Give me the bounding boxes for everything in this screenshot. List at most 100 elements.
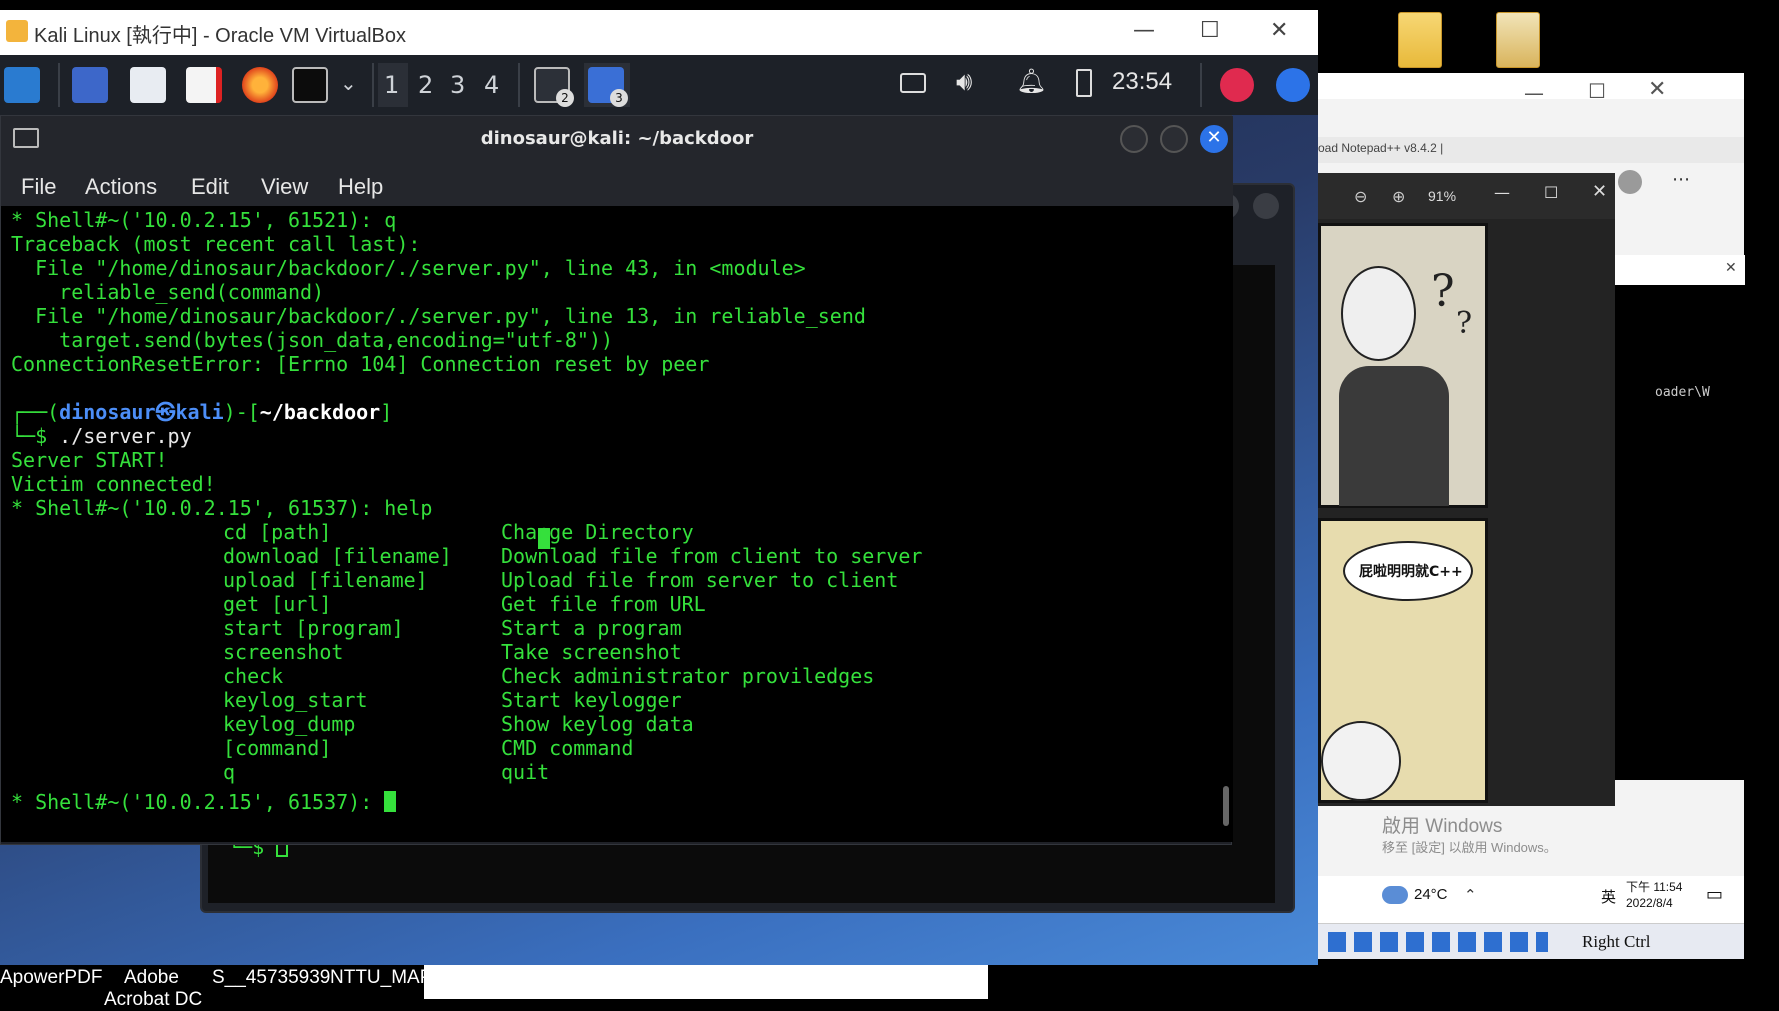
terminal-line: * Shell#~('10.0.2.15', 61521): q — [11, 208, 397, 232]
cmd-close-button[interactable]: ✕ — [1725, 260, 1737, 276]
workspace-1[interactable]: 1 — [384, 71, 399, 99]
battery-icon[interactable] — [1076, 69, 1092, 97]
host-close-button[interactable]: ✕ — [1648, 77, 1666, 102]
chevron-down-icon[interactable]: ⌄ — [340, 71, 357, 95]
desktop-label-image[interactable]: S__45735939 — [212, 967, 330, 989]
menu-actions[interactable]: Actions — [85, 174, 157, 200]
terminal-window[interactable]: dinosaur@kali: ~/backdoor ✕ File Actions… — [0, 115, 1233, 845]
workspace-3[interactable]: 3 — [450, 71, 465, 99]
ime-indicator[interactable]: 英 — [1601, 886, 1616, 907]
terminal-line: reliable_send(command) — [11, 280, 325, 304]
viewer-minimize-button[interactable]: — — [1494, 183, 1510, 202]
image-viewer-window: ⊖ ⊕ 91% — ☐ ✕ ? ? 屁啦明明就C++ — [1318, 173, 1615, 806]
desktop-label-apowerpdf[interactable]: ApowerPDF — [0, 967, 102, 989]
desktop-label-acrobat[interactable]: Acrobat DC — [104, 989, 202, 1011]
figure-body — [1339, 366, 1449, 506]
help-cmd: keylog_dump — [223, 712, 356, 736]
prompt-command: ./server.py — [59, 424, 192, 448]
close-button[interactable]: ✕ — [1270, 18, 1288, 43]
cmd-window: ✕ oader\W — [1615, 255, 1745, 780]
terminal-line: * Shell#~('10.0.2.15', 61537): help — [11, 496, 433, 520]
shell-prompt-line[interactable]: * Shell#~('10.0.2.15', 61537): — [11, 790, 397, 814]
menu-view[interactable]: View — [261, 174, 308, 200]
question-mark-small: ? — [1456, 306, 1473, 341]
lock-screen-icon[interactable] — [1220, 68, 1254, 102]
help-desc: Get file from URL — [501, 592, 706, 616]
terminal-output[interactable]: * Shell#~('10.0.2.15', 61521): q Traceba… — [1, 206, 1233, 842]
minimize-button[interactable]: — — [1133, 18, 1155, 43]
help-desc: CMD command — [501, 736, 634, 760]
terminal-maximize-button[interactable] — [1160, 125, 1188, 153]
document-folder-icon[interactable] — [1496, 12, 1540, 68]
terminal-scrollbar[interactable] — [1223, 786, 1229, 826]
workspace-4[interactable]: 4 — [484, 71, 499, 99]
kali-top-panel: ⌄ 1 2 3 4 2 3 🔊︎ 🔔︎ 23:54 — [0, 55, 1318, 115]
help-desc: Download file from client to server — [501, 544, 923, 568]
weather-temp: 24°C — [1414, 886, 1448, 903]
kali-menu-icon[interactable] — [4, 67, 40, 103]
notification-icon[interactable]: ▭ — [1706, 884, 1723, 905]
terminal-titlebar[interactable]: dinosaur@kali: ~/backdoor ✕ — [1, 116, 1233, 164]
zoom-out-icon[interactable]: ⊖ — [1354, 187, 1367, 206]
text-editor-icon[interactable] — [186, 67, 222, 103]
file-manager-icon[interactable] — [130, 67, 166, 103]
menu-help[interactable]: Help — [338, 174, 383, 200]
help-desc: quit — [501, 760, 550, 784]
show-desktop-icon[interactable] — [72, 67, 108, 103]
help-cmd: check — [223, 664, 284, 688]
help-desc: Upload file from server to client — [501, 568, 899, 592]
notification-bell-icon[interactable]: 🔔︎ — [1016, 67, 1046, 95]
more-icon[interactable]: ⋯ — [1672, 169, 1690, 190]
prompt-dollar: └─$ — [11, 424, 60, 448]
display-icon[interactable] — [900, 73, 926, 93]
menu-file[interactable]: File — [21, 174, 56, 200]
help-cmd: get [url] — [223, 592, 332, 616]
activate-windows-subtitle: 移至 [設定] 以啟用 Windows。 — [1382, 840, 1557, 855]
tray-time[interactable]: 下午 11:54 — [1626, 878, 1682, 895]
logout-icon[interactable] — [1276, 68, 1310, 102]
prompt-header: ┌──(dinosaur㉿kali)-[~/backdoor] — [11, 400, 392, 424]
viewer-maximize-button[interactable]: ☐ — [1544, 183, 1558, 202]
window-title: Kali Linux [執行中] - Oracle VM VirtualBox — [34, 25, 406, 47]
prompt-frame-close: ] — [380, 400, 393, 424]
desktop-label-adobe[interactable]: Adobe — [124, 967, 179, 989]
shell-prompt: * Shell#~('10.0.2.15', 61537): — [11, 790, 385, 814]
host-minimize-button[interactable]: — — [1524, 81, 1544, 105]
virtualbox-statusbar: Right Ctrl — [1318, 923, 1744, 959]
help-cmd: start [program] — [223, 616, 404, 640]
terminal-title: dinosaur@kali: ~/backdoor — [480, 128, 754, 149]
browser-tab[interactable]: oad Notepad++ v8.4.2 | — [1318, 141, 1443, 155]
help-cmd: upload [filename] — [223, 568, 428, 592]
host-maximize-button[interactable]: ☐ — [1588, 79, 1606, 103]
terminal-close-button[interactable]: ✕ — [1200, 125, 1228, 153]
volume-icon[interactable]: 🔊︎ — [956, 67, 972, 98]
help-desc: Show keylog data — [501, 712, 694, 736]
zoom-in-icon[interactable]: ⊕ — [1392, 187, 1405, 206]
tray-chevron-icon[interactable]: ⌃ — [1464, 886, 1477, 904]
tray-date[interactable]: 2022/8/4 — [1626, 896, 1673, 910]
profile-icon[interactable] — [1618, 170, 1642, 194]
help-desc: Check administrator proviledges — [501, 664, 875, 688]
background-terminal-close[interactable] — [1253, 193, 1279, 219]
terminal-menubar: File Actions Edit View Help — [1, 164, 1233, 206]
fallen-mask — [1321, 721, 1401, 801]
viewer-close-button[interactable]: ✕ — [1592, 181, 1607, 202]
panel-separator — [518, 63, 520, 107]
help-desc: Start keylogger — [501, 688, 682, 712]
question-marks: ? — [1431, 266, 1455, 317]
firefox-icon[interactable] — [242, 67, 278, 103]
desktop-label-map[interactable]: NTTU_MAP — [330, 967, 432, 989]
panel-clock[interactable]: 23:54 — [1112, 68, 1172, 96]
help-desc: Change Directory — [501, 520, 694, 544]
maximize-button[interactable]: ☐ — [1200, 18, 1220, 43]
device-icons[interactable] — [1328, 932, 1548, 952]
terminal-minimize-button[interactable] — [1120, 125, 1148, 153]
comic-panel-2: 屁啦明明就C++ — [1318, 518, 1488, 803]
prompt-frame-open: ┌──( — [11, 400, 60, 424]
terminal-icon[interactable] — [292, 67, 328, 103]
folder-icon[interactable] — [1398, 12, 1442, 68]
workspace-2[interactable]: 2 — [418, 71, 433, 99]
weather-icon[interactable] — [1382, 886, 1408, 904]
virtualbox-titlebar[interactable]: Kali Linux [執行中] - Oracle VM VirtualBox … — [0, 10, 1318, 55]
menu-edit[interactable]: Edit — [191, 174, 229, 200]
